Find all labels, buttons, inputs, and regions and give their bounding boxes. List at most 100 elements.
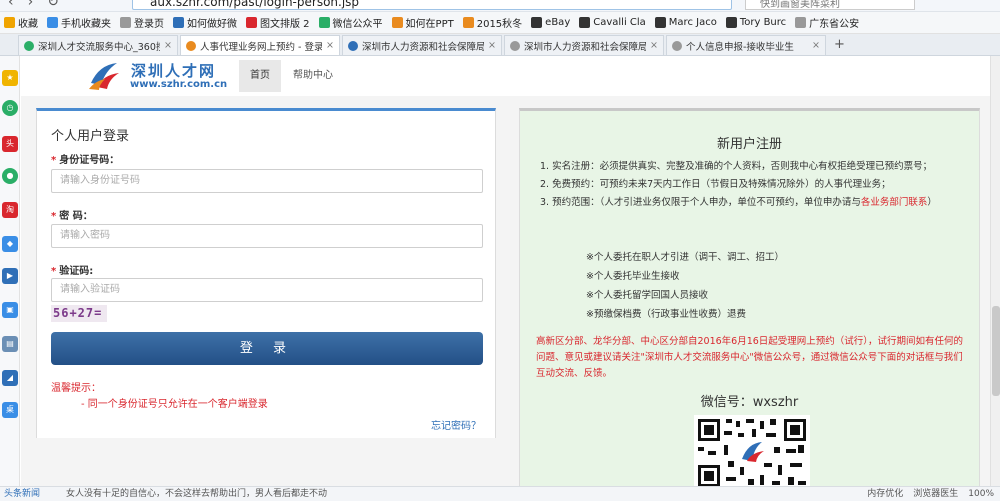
tab-close-icon[interactable]: × bbox=[812, 40, 820, 51]
tab-label: 深圳市人力资源和社会保障局 bbox=[524, 41, 647, 53]
tip-title: 温馨提示： bbox=[51, 383, 101, 394]
bookmark-label: 手机收藏夹 bbox=[61, 19, 111, 30]
video-icon[interactable]: ▶ bbox=[2, 268, 18, 284]
bookmark-item[interactable]: 图文排版 2 bbox=[246, 15, 310, 30]
bookmark-favicon-icon bbox=[725, 17, 737, 28]
url-text[interactable]: aux.szhr.com/past/login-person.jsp bbox=[150, 0, 359, 9]
bookmark-label: 微信公众平 bbox=[332, 19, 383, 30]
bookmark-label: 如何做好微 bbox=[187, 19, 237, 30]
register-panel: 新用户注册 1. 实名注册：必须提供真实、完整及准确的个人资料，否则我中心有权拒… bbox=[519, 108, 980, 491]
bookmark-item[interactable]: Tory Burc bbox=[725, 17, 787, 28]
tab-label: 深圳人才交流服务中心_360搜 bbox=[38, 41, 161, 53]
status-right-tools: 内存优化 浏览器医生 100% bbox=[857, 487, 994, 501]
bookmark-label: eBay bbox=[545, 17, 571, 28]
game-icon[interactable]: ◆ bbox=[2, 236, 18, 252]
tip-item: - 同一个身份证号只允许在一个客户端登录 bbox=[81, 399, 268, 410]
forward-icon[interactable]: › bbox=[28, 0, 34, 10]
password-input[interactable]: 请输入密码 bbox=[51, 224, 483, 248]
bookmark-item[interactable]: 如何做好微 bbox=[173, 15, 237, 30]
tab-favicon-icon bbox=[510, 40, 520, 51]
login-title: 个人用户登录 bbox=[51, 129, 130, 144]
back-icon[interactable]: ‹ bbox=[8, 0, 14, 10]
favorites-star-icon[interactable]: ★ bbox=[2, 70, 18, 86]
bookmark-label: Marc Jaco bbox=[668, 17, 717, 28]
bookmark-favicon-icon bbox=[318, 17, 330, 28]
rule-item-1: 1. 实名注册：必须提供真实、完整及准确的个人资料，否则我中心有权拒绝受理已预约… bbox=[540, 161, 933, 172]
required-mark: * bbox=[51, 266, 57, 277]
taobao-icon[interactable]: 淘 bbox=[2, 202, 18, 218]
bookmark-item[interactable]: 收藏 bbox=[4, 15, 38, 30]
captcha-image[interactable]: 56+27= bbox=[51, 305, 107, 322]
computer-icon[interactable]: ▣ bbox=[2, 302, 18, 318]
tab-label: 人事代理业务网上预约 - 登录 bbox=[200, 41, 323, 53]
bookmark-item[interactable]: 手机收藏夹 bbox=[47, 15, 111, 30]
scrollbar-thumb[interactable] bbox=[992, 306, 1000, 396]
status-bar: 头条新闻 女人没有十足的自信心，不会这样去帮助出门，男人看后都走不动 内存优化浏… bbox=[0, 486, 1000, 501]
id-number-input[interactable]: 请输入身份证号码 bbox=[51, 169, 483, 193]
refresh-icon[interactable]: ↻ bbox=[47, 0, 59, 10]
bookmark-item[interactable]: 2015秋冬 bbox=[462, 15, 522, 30]
logo-english-text: www.szhr.com.cn bbox=[130, 79, 228, 90]
szhr-logo-icon[interactable] bbox=[87, 59, 121, 91]
bookmark-favicon-icon bbox=[173, 17, 184, 28]
status-tool-item[interactable]: 100% bbox=[968, 489, 994, 499]
required-mark: * bbox=[51, 155, 57, 166]
toutiao-icon[interactable]: 头 bbox=[2, 136, 18, 152]
tab-close-icon[interactable]: × bbox=[326, 40, 334, 51]
bookmark-item[interactable]: 登录页 bbox=[120, 15, 164, 30]
browser-tab[interactable]: 个人信息申报-接收毕业生 × bbox=[666, 35, 826, 55]
tab-close-icon[interactable]: × bbox=[650, 40, 658, 51]
bookmark-label: 图文排版 2 bbox=[260, 19, 310, 30]
calculator-icon[interactable]: ▤ bbox=[2, 336, 18, 352]
bookmark-favicon-icon bbox=[579, 17, 591, 28]
browser-tab[interactable]: 深圳市人力资源和社会保障局 × bbox=[342, 35, 502, 55]
bookmark-label: 广东省公安 bbox=[809, 19, 860, 30]
bookmark-item[interactable]: 如何在PPT bbox=[391, 15, 454, 30]
department-contact-link[interactable]: 各业务部门联系 bbox=[861, 197, 928, 208]
desktop-icon[interactable]: 桌 bbox=[2, 402, 18, 418]
bookmark-item[interactable]: Marc Jaco bbox=[654, 17, 717, 28]
browser-tab[interactable]: 深圳市人力资源和社会保障局 × bbox=[504, 35, 664, 55]
captcha-label: * 验证码: bbox=[51, 266, 94, 277]
nav-home-link[interactable]: 首页 bbox=[239, 60, 281, 92]
id-number-label: * 身份证号码： bbox=[51, 155, 120, 166]
bookmark-label: Tory Burc bbox=[739, 17, 787, 28]
browser-sidebar: ★ ◷ 头 ● 淘 ◆ ▶ ▣ ▤ ◢ 桌 bbox=[0, 56, 20, 486]
site-header: 深圳人才网 www.szhr.com.cn 首页 帮助中心 bbox=[21, 56, 1000, 96]
bookmark-item[interactable]: Cavalli Cla bbox=[579, 17, 646, 28]
logo-chinese-text: 深圳人才网 bbox=[131, 62, 217, 80]
notebook-icon[interactable]: ◢ bbox=[2, 370, 18, 386]
login-button[interactable]: 登 录 bbox=[51, 332, 483, 365]
page-scrollbar[interactable] bbox=[990, 56, 1000, 486]
status-tool-item[interactable]: 浏览器医生 bbox=[913, 489, 958, 499]
forgot-password-link[interactable]: 忘记密码？ bbox=[431, 417, 481, 432]
nav-help-link[interactable]: 帮助中心 bbox=[293, 60, 333, 92]
browser-tab[interactable]: 人事代理业务网上预约 - 登录 × bbox=[180, 35, 340, 55]
bookmark-label: Cavalli Cla bbox=[593, 17, 646, 28]
status-tool-item[interactable]: 内存优化 bbox=[867, 489, 903, 499]
bookmark-favicon-icon bbox=[47, 17, 58, 28]
captcha-input[interactable]: 请输入验证码 bbox=[51, 278, 483, 302]
tab-close-icon[interactable]: × bbox=[164, 40, 172, 51]
register-title: 新用户注册 bbox=[716, 137, 782, 152]
new-tab-button[interactable]: + bbox=[834, 35, 845, 55]
news-ticker-text[interactable]: 女人没有十足的自信心，不会这样去帮助出门，男人看后都走不动 bbox=[66, 487, 327, 501]
address-bar: ‹ › ↻ aux.szhr.com/past/login-person.jsp 快… bbox=[0, 0, 1000, 12]
tab-favicon-icon bbox=[672, 40, 682, 51]
history-clock-icon[interactable]: ◷ bbox=[2, 100, 18, 116]
bookmark-favicon-icon bbox=[246, 17, 257, 28]
tab-close-icon[interactable]: × bbox=[488, 40, 496, 51]
bookmark-item[interactable]: eBay bbox=[531, 17, 570, 28]
bookmark-favicon-icon bbox=[531, 17, 543, 28]
bookmark-label: 如何在PPT bbox=[405, 19, 454, 30]
wechat-qr-code bbox=[694, 415, 810, 491]
bookmark-favicon-icon bbox=[391, 17, 403, 28]
news-label[interactable]: 头条新闻 bbox=[4, 487, 40, 501]
chat-icon[interactable]: ● bbox=[2, 168, 18, 184]
bookmark-item[interactable]: 微信公众平 bbox=[318, 15, 383, 30]
bookmark-item[interactable]: 广东省公安 bbox=[795, 15, 859, 30]
browser-tab[interactable]: 深圳人才交流服务中心_360搜 × bbox=[18, 35, 178, 55]
tab-strip: 深圳人才交流服务中心_360搜 × 人事代理业务网上预约 - 登录 × 深圳市人力资源和… bbox=[0, 34, 1000, 56]
rule-item-3: 3. 预约范围：（人才引进业务仅限于个人申办，单位不可预约，单位申办请与各业务部… bbox=[540, 197, 937, 208]
bookmark-favicon-icon bbox=[120, 17, 131, 28]
